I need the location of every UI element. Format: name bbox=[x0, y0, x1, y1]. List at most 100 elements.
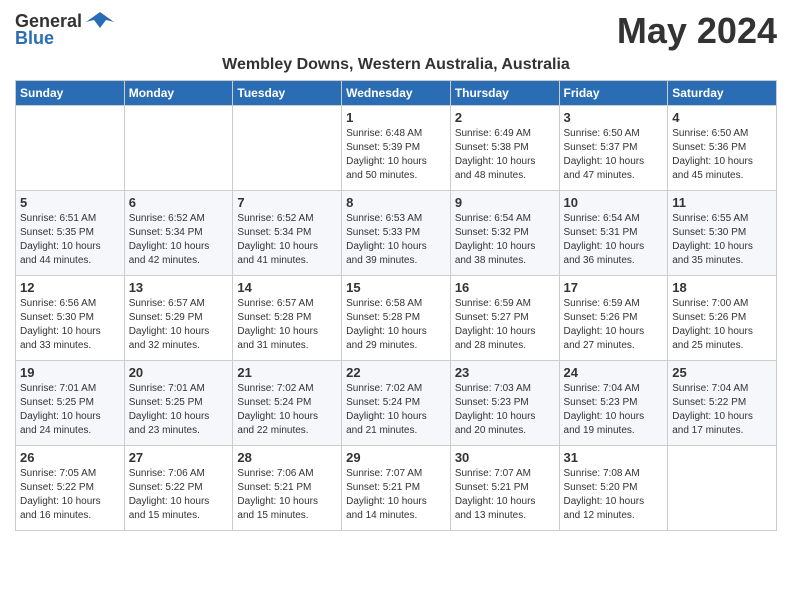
week-row-4: 19Sunrise: 7:01 AM Sunset: 5:25 PM Dayli… bbox=[16, 361, 777, 446]
table-cell: 4Sunrise: 6:50 AM Sunset: 5:36 PM Daylig… bbox=[668, 106, 777, 191]
day-number: 11 bbox=[672, 195, 772, 210]
table-cell: 13 Sunrise: 6:57 AM Sunset: 5:29 PM Dayli… bbox=[124, 276, 233, 361]
day-info: Sunrise: 7:02 AM Sunset: 5:24 PM Dayligh… bbox=[346, 382, 446, 438]
col-thursday: Thursday bbox=[450, 81, 559, 106]
logo-bird-icon bbox=[86, 10, 114, 32]
day-info: Sunrise: 6:52 AM Sunset: 5:34 PM Dayligh… bbox=[237, 212, 337, 268]
day-info: Sunrise: 7:02 AM Sunset: 5:24 PM Dayligh… bbox=[237, 382, 337, 438]
table-cell: 8Sunrise: 6:53 AM Sunset: 5:33 PM Daylig… bbox=[342, 191, 451, 276]
day-info: Sunrise: 7:05 AM Sunset: 5:22 PM Dayligh… bbox=[20, 467, 120, 523]
table-cell bbox=[16, 106, 125, 191]
day-info: Sunrise: 6:52 AM Sunset: 5:34 PM Dayligh… bbox=[129, 212, 229, 268]
day-number: 10 bbox=[564, 195, 664, 210]
day-info: Sunrise: 7:01 AM Sunset: 5:25 PM Dayligh… bbox=[20, 382, 120, 438]
day-info: Sunrise: 7:07 AM Sunset: 5:21 PM Dayligh… bbox=[455, 467, 555, 523]
day-info: Sunrise: 6:50 AM Sunset: 5:37 PM Dayligh… bbox=[564, 127, 664, 183]
table-cell: 21 Sunrise: 7:02 AM Sunset: 5:24 PM Dayli… bbox=[233, 361, 342, 446]
table-cell: 9Sunrise: 6:54 AM Sunset: 5:32 PM Daylig… bbox=[450, 191, 559, 276]
week-row-5: 26Sunrise: 7:05 AM Sunset: 5:22 PM Dayli… bbox=[16, 446, 777, 531]
day-number: 12 bbox=[20, 280, 120, 295]
week-row-1: 1Sunrise: 6:48 AM Sunset: 5:39 PM Daylig… bbox=[16, 106, 777, 191]
table-cell bbox=[668, 446, 777, 531]
table-cell: 25Sunrise: 7:04 AM Sunset: 5:22 PM Dayli… bbox=[668, 361, 777, 446]
day-number: 17 bbox=[564, 280, 664, 295]
day-number: 16 bbox=[455, 280, 555, 295]
table-cell: 28Sunrise: 7:06 AM Sunset: 5:21 PM Dayli… bbox=[233, 446, 342, 531]
day-info: Sunrise: 6:57 AM Sunset: 5:28 PM Dayligh… bbox=[237, 297, 337, 353]
day-info: Sunrise: 6:58 AM Sunset: 5:28 PM Dayligh… bbox=[346, 297, 446, 353]
col-tuesday: Tuesday bbox=[233, 81, 342, 106]
day-number: 22 bbox=[346, 365, 446, 380]
table-cell: 5 Sunrise: 6:51 AM Sunset: 5:35 PM Daylig… bbox=[16, 191, 125, 276]
table-cell: 10 Sunrise: 6:54 AM Sunset: 5:31 PM Dayli… bbox=[559, 191, 668, 276]
day-number: 13 bbox=[129, 280, 229, 295]
table-cell: 1Sunrise: 6:48 AM Sunset: 5:39 PM Daylig… bbox=[342, 106, 451, 191]
day-number: 23 bbox=[455, 365, 555, 380]
table-cell: 18Sunrise: 7:00 AM Sunset: 5:26 PM Dayli… bbox=[668, 276, 777, 361]
week-row-3: 12 Sunrise: 6:56 AM Sunset: 5:30 PM Dayli… bbox=[16, 276, 777, 361]
table-cell: 14 Sunrise: 6:57 AM Sunset: 5:28 PM Dayli… bbox=[233, 276, 342, 361]
day-info: Sunrise: 6:59 AM Sunset: 5:27 PM Dayligh… bbox=[455, 297, 555, 353]
day-number: 20 bbox=[129, 365, 229, 380]
table-cell: 20 Sunrise: 7:01 AM Sunset: 5:25 PM Dayli… bbox=[124, 361, 233, 446]
page-header: General Blue May 2024 bbox=[15, 10, 777, 52]
table-cell bbox=[233, 106, 342, 191]
day-number: 3 bbox=[564, 110, 664, 125]
day-number: 6 bbox=[129, 195, 229, 210]
table-cell: 19Sunrise: 7:01 AM Sunset: 5:25 PM Dayli… bbox=[16, 361, 125, 446]
day-number: 18 bbox=[672, 280, 772, 295]
logo: General Blue bbox=[15, 10, 114, 49]
location-title: Wembley Downs, Western Australia, Austra… bbox=[15, 56, 777, 74]
day-info: Sunrise: 6:51 AM Sunset: 5:35 PM Dayligh… bbox=[20, 212, 120, 268]
col-sunday: Sunday bbox=[16, 81, 125, 106]
table-cell: 6 Sunrise: 6:52 AM Sunset: 5:34 PM Daylig… bbox=[124, 191, 233, 276]
day-info: Sunrise: 6:57 AM Sunset: 5:29 PM Dayligh… bbox=[129, 297, 229, 353]
day-number: 15 bbox=[346, 280, 446, 295]
day-info: Sunrise: 7:07 AM Sunset: 5:21 PM Dayligh… bbox=[346, 467, 446, 523]
week-row-2: 5 Sunrise: 6:51 AM Sunset: 5:35 PM Daylig… bbox=[16, 191, 777, 276]
table-cell: 23 Sunrise: 7:03 AM Sunset: 5:23 PM Dayli… bbox=[450, 361, 559, 446]
day-number: 29 bbox=[346, 450, 446, 465]
day-info: Sunrise: 6:49 AM Sunset: 5:38 PM Dayligh… bbox=[455, 127, 555, 183]
day-number: 7 bbox=[237, 195, 337, 210]
col-friday: Friday bbox=[559, 81, 668, 106]
day-number: 24 bbox=[564, 365, 664, 380]
table-cell: 30Sunrise: 7:07 AM Sunset: 5:21 PM Dayli… bbox=[450, 446, 559, 531]
day-info: Sunrise: 7:01 AM Sunset: 5:25 PM Dayligh… bbox=[129, 382, 229, 438]
table-cell: 29 Sunrise: 7:07 AM Sunset: 5:21 PM Dayli… bbox=[342, 446, 451, 531]
day-number: 5 bbox=[20, 195, 120, 210]
table-cell: 26Sunrise: 7:05 AM Sunset: 5:22 PM Dayli… bbox=[16, 446, 125, 531]
table-cell: 15 Sunrise: 6:58 AM Sunset: 5:28 PM Dayli… bbox=[342, 276, 451, 361]
table-cell: 11 Sunrise: 6:55 AM Sunset: 5:30 PM Dayli… bbox=[668, 191, 777, 276]
day-info: Sunrise: 7:08 AM Sunset: 5:20 PM Dayligh… bbox=[564, 467, 664, 523]
day-number: 21 bbox=[237, 365, 337, 380]
day-info: Sunrise: 7:04 AM Sunset: 5:23 PM Dayligh… bbox=[564, 382, 664, 438]
table-cell: 2 Sunrise: 6:49 AM Sunset: 5:38 PM Daylig… bbox=[450, 106, 559, 191]
day-number: 8 bbox=[346, 195, 446, 210]
day-info: Sunrise: 6:59 AM Sunset: 5:26 PM Dayligh… bbox=[564, 297, 664, 353]
day-info: Sunrise: 7:04 AM Sunset: 5:22 PM Dayligh… bbox=[672, 382, 772, 438]
day-number: 27 bbox=[129, 450, 229, 465]
table-cell: 31Sunrise: 7:08 AM Sunset: 5:20 PM Dayli… bbox=[559, 446, 668, 531]
month-title: May 2024 bbox=[617, 10, 777, 52]
table-cell: 3 Sunrise: 6:50 AM Sunset: 5:37 PM Daylig… bbox=[559, 106, 668, 191]
table-cell: 12 Sunrise: 6:56 AM Sunset: 5:30 PM Dayli… bbox=[16, 276, 125, 361]
table-cell: 22 Sunrise: 7:02 AM Sunset: 5:24 PM Dayli… bbox=[342, 361, 451, 446]
table-cell: 17 Sunrise: 6:59 AM Sunset: 5:26 PM Dayli… bbox=[559, 276, 668, 361]
day-info: Sunrise: 6:55 AM Sunset: 5:30 PM Dayligh… bbox=[672, 212, 772, 268]
day-info: Sunrise: 6:50 AM Sunset: 5:36 PM Dayligh… bbox=[672, 127, 772, 183]
day-number: 1 bbox=[346, 110, 446, 125]
col-saturday: Saturday bbox=[668, 81, 777, 106]
table-cell bbox=[124, 106, 233, 191]
logo-blue-text: Blue bbox=[15, 28, 54, 49]
day-number: 9 bbox=[455, 195, 555, 210]
day-number: 14 bbox=[237, 280, 337, 295]
day-info: Sunrise: 6:56 AM Sunset: 5:30 PM Dayligh… bbox=[20, 297, 120, 353]
day-info: Sunrise: 7:06 AM Sunset: 5:21 PM Dayligh… bbox=[237, 467, 337, 523]
day-number: 2 bbox=[455, 110, 555, 125]
column-headers: Sunday Monday Tuesday Wednesday Thursday… bbox=[16, 81, 777, 106]
day-info: Sunrise: 6:54 AM Sunset: 5:31 PM Dayligh… bbox=[564, 212, 664, 268]
day-info: Sunrise: 7:06 AM Sunset: 5:22 PM Dayligh… bbox=[129, 467, 229, 523]
calendar-table: Sunday Monday Tuesday Wednesday Thursday… bbox=[15, 80, 777, 531]
day-info: Sunrise: 7:03 AM Sunset: 5:23 PM Dayligh… bbox=[455, 382, 555, 438]
